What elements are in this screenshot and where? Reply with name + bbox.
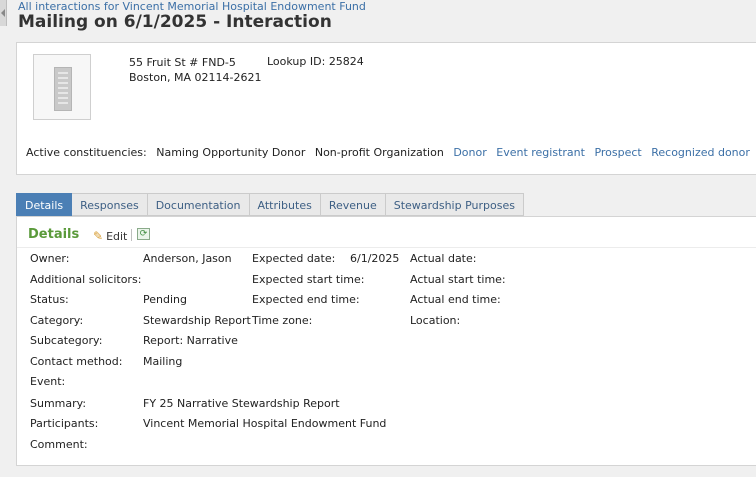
subcategory-label: Subcategory: (30, 334, 103, 347)
address: 55 Fruit St # FND-5 Boston, MA 02114-262… (129, 55, 261, 85)
owner-label: Owner: (30, 252, 70, 265)
actual-end-time-label: Actual end time: (410, 293, 501, 306)
toolbar-separator (131, 229, 132, 241)
constituencies: Active constituencies: Naming Opportunit… (26, 146, 756, 159)
refresh-icon[interactable]: ⟳ (137, 228, 150, 240)
expected-date-value: 6/1/2025 (350, 252, 400, 265)
contact-method-value: Mailing (143, 355, 183, 368)
edit-button[interactable]: ✎ Edit (93, 229, 127, 243)
category-value: Stewardship Report (143, 314, 251, 327)
participants-value: Vincent Memorial Hospital Endowment Fund (143, 417, 387, 430)
status-value: Pending (143, 293, 187, 306)
participants-label: Participants: (30, 417, 99, 430)
tab-documentation[interactable]: Documentation (147, 193, 250, 216)
time-zone-label: Time zone: (252, 314, 313, 327)
status-label: Status: (30, 293, 69, 306)
header-divider (17, 247, 756, 248)
lookup-label: Lookup ID: (267, 55, 326, 68)
tab-responses[interactable]: Responses (72, 193, 148, 216)
comment-label: Comment: (30, 438, 88, 451)
tab-bar: Details Responses Documentation Attribut… (16, 193, 524, 217)
summary-value: FY 25 Narrative Stewardship Report (143, 397, 340, 410)
category-label: Category: (30, 314, 84, 327)
additional-solicitors-label: Additional solicitors: (30, 273, 142, 286)
constituency-donor-link[interactable]: Donor (453, 146, 486, 159)
details-panel: Details ✎ Edit ⟳ Owner: Additional solici… (16, 216, 756, 466)
expected-start-time-label: Expected start time: (252, 273, 365, 286)
expected-date-label: Expected date: (252, 252, 336, 265)
building-icon (54, 67, 72, 111)
collapse-panel-tab[interactable] (0, 0, 7, 26)
details-heading: Details (28, 227, 80, 242)
expected-end-time-label: Expected end time: (252, 293, 360, 306)
tab-revenue[interactable]: Revenue (320, 193, 386, 216)
constituency-prospect-link[interactable]: Prospect (594, 146, 641, 159)
constituency-naming-opportunity-donor: Naming Opportunity Donor (156, 146, 306, 159)
page-title: Mailing on 6/1/2025 - Interaction (18, 12, 332, 32)
summary-label: Summary: (30, 397, 87, 410)
lookup-id: Lookup ID: 25824 (267, 55, 364, 68)
constituencies-label: Active constituencies: (26, 146, 147, 159)
constituency-recognized-donor-link[interactable]: Recognized donor (651, 146, 750, 159)
constituency-event-registrant-link[interactable]: Event registrant (496, 146, 585, 159)
owner-value: Anderson, Jason (143, 252, 232, 265)
subcategory-value: Report: Narrative (143, 334, 238, 347)
lookup-value: 25824 (328, 55, 364, 68)
contact-method-label: Contact method: (30, 355, 123, 368)
tab-attributes[interactable]: Attributes (249, 193, 321, 216)
location-label: Location: (410, 314, 461, 327)
tab-details[interactable]: Details (16, 193, 73, 216)
pencil-icon: ✎ (93, 229, 104, 243)
constituency-non-profit-organization: Non-profit Organization (314, 146, 444, 159)
constituent-summary: 55 Fruit St # FND-5 Boston, MA 02114-262… (16, 42, 756, 175)
event-label: Event: (30, 375, 66, 388)
actual-date-label: Actual date: (410, 252, 477, 265)
edit-label: Edit (106, 230, 128, 243)
address-line1: 55 Fruit St # FND-5 (129, 56, 236, 69)
organization-photo (33, 54, 91, 120)
tab-stewardship-purposes[interactable]: Stewardship Purposes (385, 193, 524, 216)
address-line2: Boston, MA 02114-2621 (129, 71, 262, 84)
actual-start-time-label: Actual start time: (410, 273, 506, 286)
